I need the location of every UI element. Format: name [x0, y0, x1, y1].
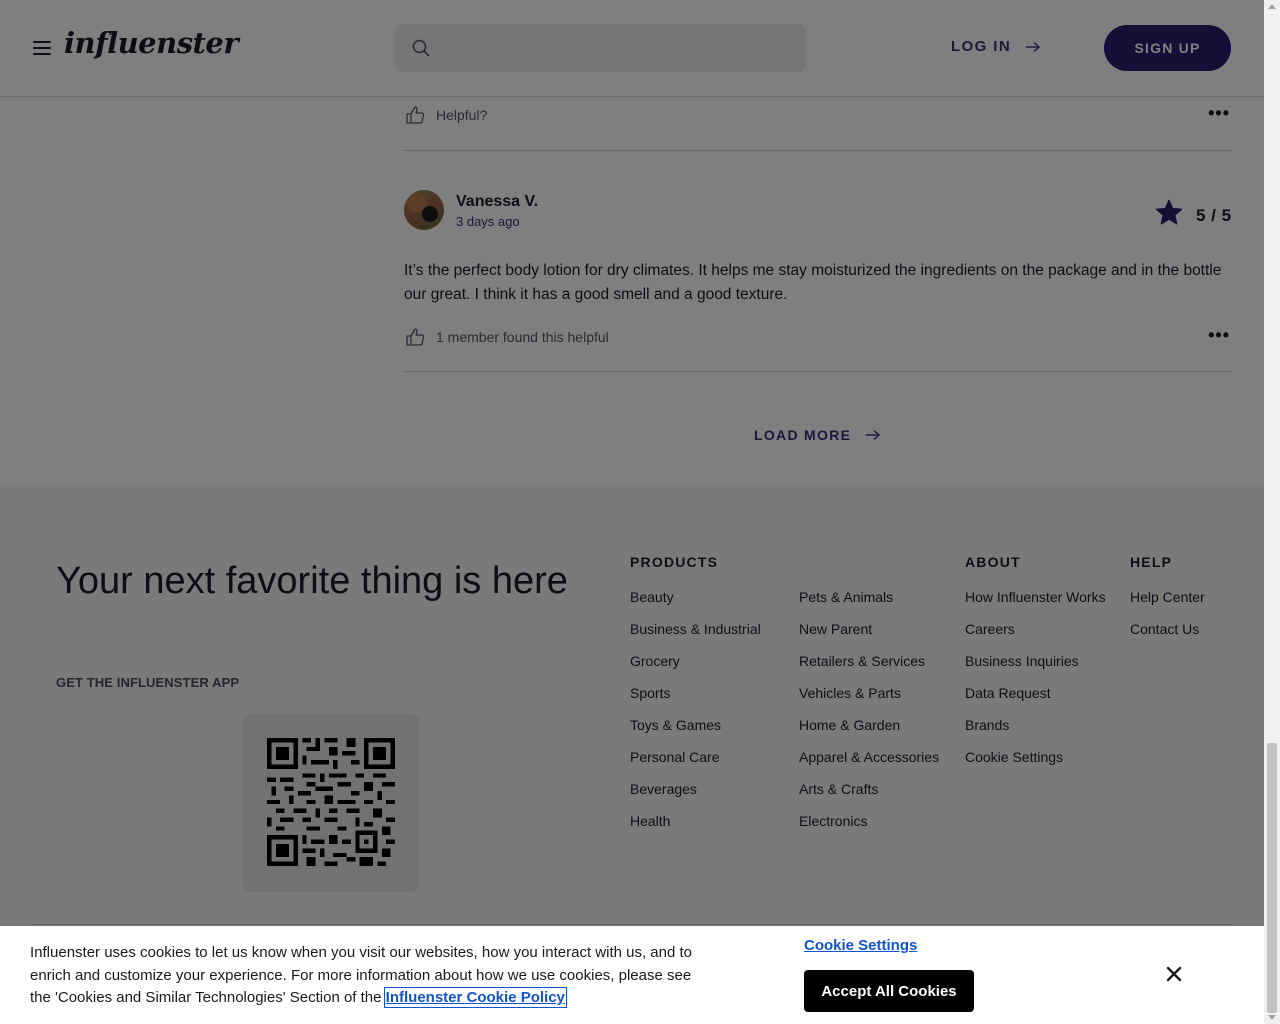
cookie-policy-link[interactable]: Influenster Cookie Policy	[383, 987, 567, 1008]
modal-overlay	[0, 0, 1264, 1024]
cookie-message: Influenster uses cookies to let us know …	[30, 942, 710, 1010]
page: influenster LOG IN SIGN UP Helpful? ••• …	[0, 0, 1264, 1024]
cookie-settings-button[interactable]: Cookie Settings	[804, 937, 917, 954]
scroll-up-arrow-icon[interactable]	[1268, 4, 1276, 9]
scrollbar-thumb[interactable]	[1267, 743, 1277, 1013]
scroll-down-arrow-icon[interactable]	[1268, 1015, 1276, 1020]
cookie-banner: Influenster uses cookies to let us know …	[0, 926, 1264, 1024]
scrollbar[interactable]	[1264, 0, 1280, 1024]
accept-cookies-button[interactable]: Accept All Cookies	[804, 970, 974, 1012]
close-icon[interactable]	[1165, 965, 1183, 983]
cookie-text: Influenster uses cookies to let us know …	[30, 944, 693, 1006]
